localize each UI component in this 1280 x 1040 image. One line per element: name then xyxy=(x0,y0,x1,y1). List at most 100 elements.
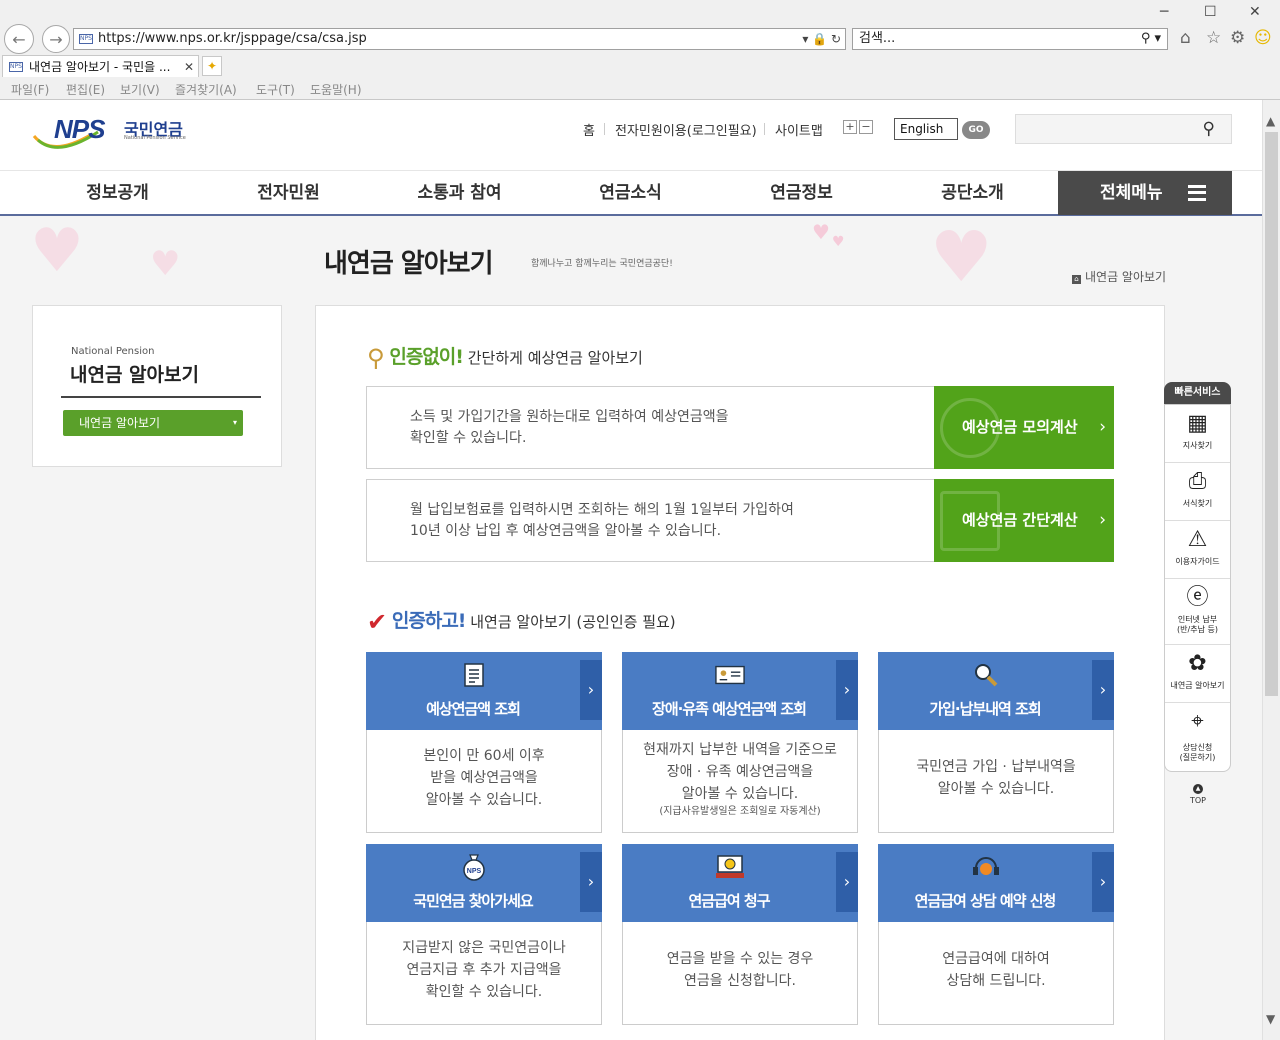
document-search-icon: ⎙ xyxy=(1188,469,1207,494)
site-search-input[interactable]: ⚲ xyxy=(1015,114,1232,144)
address-controls[interactable]: ▾ 🔒 ↻ xyxy=(802,29,841,49)
new-tab-button[interactable]: ✦ xyxy=(202,56,222,76)
gnb-info-disclosure[interactable]: 정보공개 xyxy=(32,171,203,215)
scroll-down-icon[interactable]: ▼ xyxy=(1266,1012,1275,1026)
card-find-pension[interactable]: NPS 국민연금 찾아가세요 › 지급받지 않은 국민연금이나 연금지급 후 추… xyxy=(366,844,602,1025)
tab-favicon: NPS xyxy=(9,62,23,72)
gnb-communication[interactable]: 소통과 참여 xyxy=(374,171,545,215)
lnb-title: 내연금 알아보기 xyxy=(70,364,199,386)
forward-button[interactable]: → xyxy=(42,25,70,53)
minimize-icon[interactable]: ─ xyxy=(1160,4,1168,20)
search-icon[interactable]: ⚲ ▾ xyxy=(1141,29,1161,49)
chevron-right-icon: › xyxy=(580,852,602,912)
quick-label: 이용자가이드 xyxy=(1175,557,1220,566)
browser-menu-bar: 파일(F) 편집(E) 보기(V) 즐겨찾기(A) 도구(T) 도움말(H) xyxy=(0,79,1280,99)
card-title: 예상연금액 조회 xyxy=(426,700,521,718)
target-icon xyxy=(940,398,1000,458)
site-favicon: NPS xyxy=(79,34,93,44)
quick-internet-payment[interactable]: ⓔ 인터넷 납부 (반/추납 등) xyxy=(1165,579,1230,645)
settings-gear-icon[interactable]: ⚙ xyxy=(1230,28,1245,48)
url-text: https://www.nps.or.kr/jsppage/csa/csa.js… xyxy=(98,31,367,46)
nps-logo[interactable]: NPS 국민연금 National Pension Service xyxy=(32,114,192,154)
heart-decoration-icon: ♥ xyxy=(832,234,845,250)
browser-search-box[interactable]: 검색... ⚲ ▾ xyxy=(852,28,1168,50)
address-bar[interactable]: NPS https://www.nps.or.kr/jsppage/csa/cs… xyxy=(73,28,846,50)
card-benefit-claim[interactable]: 연금급여 청구 › 연금을 받을 수 있는 경우 연금을 신청합니다. xyxy=(622,844,858,1025)
home-icon[interactable]: ⌂ xyxy=(1180,28,1191,48)
heart-decoration-icon: ♥ xyxy=(812,220,830,244)
vertical-scrollbar[interactable]: ▲ ▼ xyxy=(1262,100,1280,1040)
gnb-news[interactable]: 연금소식 xyxy=(545,171,716,215)
card-desc-line: 지급받지 않은 국민연금이나 xyxy=(402,940,566,956)
quick-form-finder[interactable]: ⎙ 서식찾기 xyxy=(1165,463,1230,521)
close-window-icon[interactable]: ✕ xyxy=(1249,4,1261,20)
gnb-pension-info[interactable]: 연금정보 xyxy=(716,171,887,215)
mouse-icon: ⌖ xyxy=(1191,709,1204,734)
browser-tab[interactable]: NPS 내연금 알아보기 - 국민을 ... ✕ xyxy=(2,55,199,77)
card-desc-line: 연금을 신청합니다. xyxy=(684,973,796,989)
menu-tools[interactable]: 도구(T) xyxy=(256,81,295,98)
heart-decoration-icon: ♥ xyxy=(150,244,181,284)
simple-calc-button[interactable]: 예상연금 간단계산 › xyxy=(934,479,1114,562)
page-title: 내연금 알아보기 xyxy=(324,249,493,279)
card-consultation-reservation[interactable]: 연금급여 상담 예약 신청 › 연금급여에 대하여 상담해 드립니다. xyxy=(878,844,1114,1025)
quick-user-guide[interactable]: ⚠ 이용자가이드 xyxy=(1165,521,1230,579)
gnb-e-civil[interactable]: 전자민원 xyxy=(203,171,374,215)
smiley-feedback-icon[interactable]: ☺ xyxy=(1254,28,1272,48)
tab-close-icon[interactable]: ✕ xyxy=(184,56,194,78)
card-enrollment-payment[interactable]: 가입·납부내역 조회 › 국민연금 가입 · 납부내역을 알아볼 수 있습니다. xyxy=(878,652,1114,833)
gnb-about[interactable]: 공단소개 xyxy=(887,171,1058,215)
lnb-submenu-select[interactable]: 내연금 알아보기 ▾ xyxy=(63,410,243,436)
menu-favorites[interactable]: 즐겨찾기(A) xyxy=(175,81,237,98)
card-description: 현재까지 납부한 내역을 기준으로 장애 · 유족 예상연금액을 알아볼 수 있… xyxy=(623,739,857,819)
quick-service-list: ▦ 지사찾기 ⎙ 서식찾기 ⚠ 이용자가이드 ⓔ 인터넷 납부 (반/추납 등)… xyxy=(1164,404,1231,772)
card-desc-line: 국민연금 가입 · 납부내역을 xyxy=(916,759,1076,775)
card-disability-survivor[interactable]: 장애·유족 예상연금액 조회 › 현재까지 납부한 내역을 기준으로 장애 · … xyxy=(622,652,858,833)
util-ecivil-link[interactable]: 전자민원이용(로그인필요) xyxy=(615,120,757,139)
card-description: 본인이 만 60세 이후 받을 예상연금액을 알아볼 수 있습니다. xyxy=(367,745,601,811)
chevron-right-icon: › xyxy=(1092,660,1114,720)
chevron-right-icon: › xyxy=(1099,417,1106,437)
scrollbar-thumb[interactable] xyxy=(1265,132,1278,696)
simulation-calc-button[interactable]: 예상연금 모의계산 › xyxy=(934,386,1114,469)
quick-label: 내연금 알아보기 xyxy=(1170,681,1225,690)
quick-my-pension[interactable]: ✿ 내연금 알아보기 xyxy=(1165,645,1230,703)
card-header: 가입·납부내역 조회 › xyxy=(878,652,1114,730)
menu-edit[interactable]: 편집(E) xyxy=(66,81,105,98)
chevron-right-icon: › xyxy=(580,660,602,720)
quick-branch-finder[interactable]: ▦ 지사찾기 xyxy=(1165,405,1230,463)
maximize-icon[interactable]: ☐ xyxy=(1204,4,1217,20)
lnb-eyebrow: National Pension xyxy=(71,346,155,357)
zoom-in-icon[interactable]: + xyxy=(843,120,857,134)
menu-help[interactable]: 도움말(H) xyxy=(310,81,362,98)
scroll-top-button[interactable]: ▲ TOP xyxy=(1186,784,1210,805)
section-no-auth-strong: 인증없이! xyxy=(389,346,464,368)
headset-icon xyxy=(971,854,1001,880)
quick-consult-request[interactable]: ⌖ 상담신청 (질문하기) xyxy=(1165,703,1230,771)
card-header: 장애·유족 예상연금액 조회 › xyxy=(622,652,858,730)
monitor-coin-icon xyxy=(715,854,745,880)
back-button[interactable]: ← xyxy=(4,24,34,54)
scroll-up-icon[interactable]: ▲ xyxy=(1266,114,1275,128)
menu-file[interactable]: 파일(F) xyxy=(11,81,49,98)
language-go-button[interactable]: GO xyxy=(962,121,990,139)
card-desc-line: 연금을 받을 수 있는 경우 xyxy=(666,951,814,967)
card-title: 국민연금 찾아가세요 xyxy=(413,892,533,910)
menu-view[interactable]: 보기(V) xyxy=(120,81,160,98)
util-divider xyxy=(764,123,765,135)
zoom-out-icon[interactable]: − xyxy=(859,120,873,134)
home-icon[interactable]: ⌂ xyxy=(1072,275,1081,284)
card-desc-line: 확인할 수 있습니다. xyxy=(425,984,543,1000)
util-home-link[interactable]: 홈 xyxy=(583,120,595,139)
util-sitemap-link[interactable]: 사이트맵 xyxy=(775,120,823,139)
top-label: TOP xyxy=(1189,796,1206,805)
all-menu-button[interactable]: 전체메뉴 xyxy=(1058,171,1232,215)
web-page: NPS 국민연금 National Pension Service 홈 전자민원… xyxy=(0,100,1262,1040)
language-select[interactable]: English xyxy=(894,118,958,140)
quick-service-panel: 빠른서비스 ▦ 지사찾기 ⎙ 서식찾기 ⚠ 이용자가이드 ⓔ 인터넷 납부 (반… xyxy=(1164,382,1231,782)
favorites-star-icon[interactable]: ☆ xyxy=(1206,28,1221,48)
quick-label: 인터넷 납부 xyxy=(1177,615,1218,624)
search-icon[interactable]: ⚲ xyxy=(1203,119,1215,139)
card-expected-pension[interactable]: 예상연금액 조회 › 본인이 만 60세 이후 받을 예상연금액을 알아볼 수 … xyxy=(366,652,602,833)
heart-decoration-icon: ♥ xyxy=(30,216,84,286)
